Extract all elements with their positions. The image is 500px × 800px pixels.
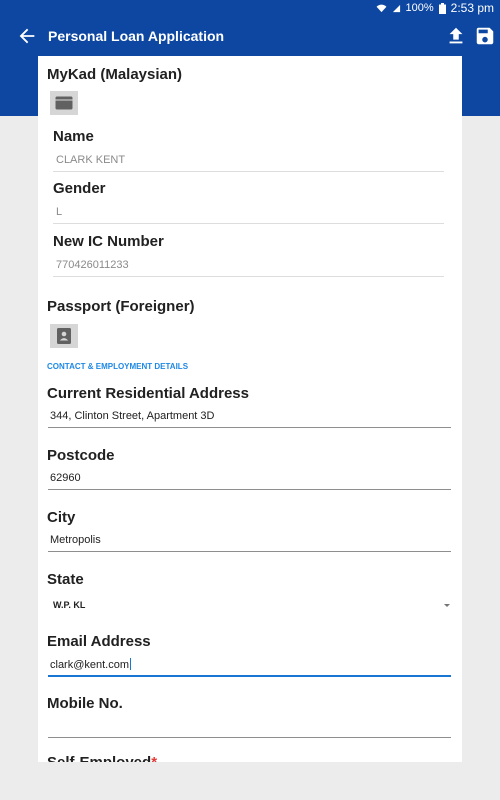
passport-heading: Passport (Foreigner) <box>47 298 195 315</box>
ic-number-label: New IC Number <box>53 233 164 250</box>
email-input[interactable]: clark@kent.com <box>50 658 132 671</box>
name-value: CLARK KENT <box>56 154 126 166</box>
gender-value: L <box>56 206 63 218</box>
upload-icon[interactable] <box>445 25 467 47</box>
ic-number-value: 770426011233 <box>56 259 129 271</box>
application-form-card: MyKad (Malaysian) Name CLARK KENT Gender… <box>38 56 462 762</box>
contact-section-title: CONTACT & EMPLOYMENT DETAILS <box>47 362 189 371</box>
state-select[interactable]: W.P. KL <box>53 600 85 610</box>
city-input[interactable]: Metropolis <box>50 534 101 546</box>
mobile-label: Mobile No. <box>47 695 123 712</box>
email-underline <box>48 675 451 677</box>
battery-icon <box>438 2 446 14</box>
passport-icon <box>57 328 71 344</box>
gender-underline <box>53 223 444 224</box>
signal-icon <box>392 4 400 12</box>
city-underline <box>48 551 451 552</box>
wifi-icon <box>376 4 386 12</box>
state-label: State <box>47 571 84 588</box>
postcode-label: Postcode <box>47 447 115 464</box>
ic-number-underline <box>53 276 444 277</box>
address-input[interactable]: 344, Clinton Street, Apartment 3D <box>50 410 214 422</box>
back-arrow-icon[interactable] <box>16 25 38 47</box>
save-icon[interactable] <box>474 25 496 47</box>
mykad-heading: MyKad (Malaysian) <box>47 66 183 83</box>
app-bar: Personal Loan Application <box>0 16 500 56</box>
mykad-scan-button[interactable] <box>50 91 78 115</box>
status-bar-time: 2:53 pm <box>450 1 494 15</box>
text-cursor <box>130 658 132 670</box>
gender-label: Gender <box>53 180 106 197</box>
id-card-icon <box>55 96 73 110</box>
name-underline <box>53 171 444 172</box>
status-bar-indicators: 100% 2:53 pm <box>376 1 494 15</box>
address-label: Current Residential Address <box>47 385 249 402</box>
city-label: City <box>47 509 76 526</box>
postcode-input[interactable]: 62960 <box>50 472 81 484</box>
self-employed-label: Self-Employed* <box>47 754 157 762</box>
mobile-underline <box>48 737 451 738</box>
page-title: Personal Loan Application <box>48 28 225 44</box>
name-label: Name <box>53 128 94 145</box>
passport-scan-button[interactable] <box>50 324 78 348</box>
dropdown-arrow-icon[interactable] <box>444 604 450 607</box>
status-bar: 100% 2:53 pm <box>0 0 500 16</box>
battery-percentage: 100% <box>405 2 434 14</box>
required-asterisk: * <box>151 754 157 762</box>
email-value: clark@kent.com <box>50 659 130 671</box>
postcode-underline <box>48 489 451 490</box>
address-underline <box>48 427 451 428</box>
email-label: Email Address <box>47 633 151 650</box>
self-employed-text: Self-Employed <box>47 754 151 762</box>
